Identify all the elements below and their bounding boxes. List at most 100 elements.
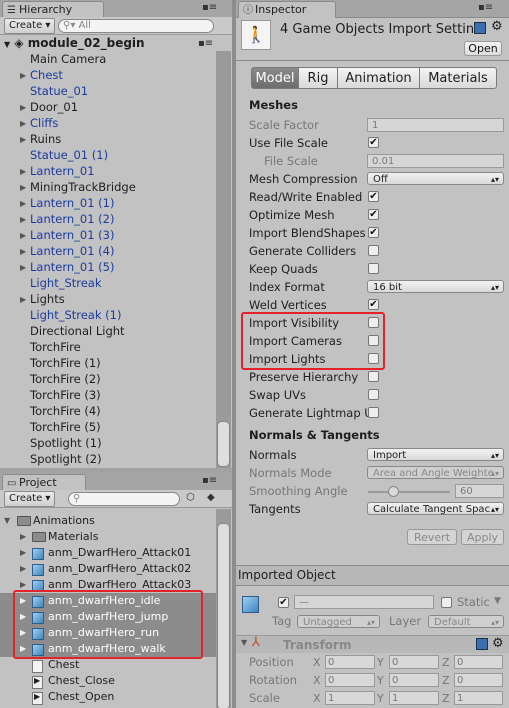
generate-colliders-checkbox[interactable] (368, 245, 379, 256)
hierarchy-item[interactable]: TorchFire (1) (30, 355, 101, 371)
hierarchy-item[interactable]: Lights (30, 291, 65, 307)
panel-menu-icon[interactable]: ▪≡ (202, 2, 217, 13)
chevron-right-icon[interactable]: ▶ (20, 135, 26, 144)
chevron-down-icon[interactable]: ▼ (4, 513, 10, 529)
filter-by-type-icon[interactable]: ⬡ (186, 492, 195, 503)
preserve-hierarchy-checkbox[interactable] (368, 371, 379, 382)
hierarchy-item[interactable]: Lantern_01 (3) (30, 227, 114, 243)
chevron-right-icon[interactable]: ▶ (20, 183, 26, 192)
weld-vertices-checkbox[interactable]: ✔ (368, 299, 379, 310)
chevron-right-icon[interactable]: ▶ (20, 561, 26, 577)
hierarchy-item[interactable]: Lantern_01 (5) (30, 259, 114, 275)
hierarchy-item[interactable]: Light_Streak (1) (30, 307, 121, 323)
tab-materials[interactable]: Materials (419, 67, 497, 89)
chevron-right-icon[interactable]: ▶ (20, 295, 26, 304)
static-checkbox[interactable] (441, 597, 452, 608)
hierarchy-item[interactable]: TorchFire (2) (30, 371, 101, 387)
hierarchy-scrollbar[interactable] (216, 51, 231, 468)
tab-inspector[interactable]: ⓘ Inspector (238, 1, 336, 18)
tangents-dropdown[interactable]: Calculate Tangent Spac ▴▾ (367, 502, 504, 515)
chevron-right-icon[interactable]: ▶ (20, 119, 26, 128)
apply-button[interactable]: Apply (461, 529, 504, 545)
scene-row[interactable]: ▼ ◈ module_02_begin (4, 35, 145, 51)
scale-factor-field[interactable]: 1 (367, 118, 504, 132)
revert-button[interactable]: Revert (407, 529, 457, 545)
gear-icon[interactable]: ⚙ (491, 19, 503, 34)
hierarchy-item[interactable]: Statue_01 (1) (30, 147, 108, 163)
chevron-right-icon[interactable]: ▶ (20, 103, 26, 112)
panel-menu-icon[interactable]: ▪≡ (478, 2, 493, 13)
smoothing-angle-slider[interactable] (388, 486, 399, 497)
project-item[interactable]: ▶ anm_DwarfHero_Attack01 (0, 545, 216, 561)
hierarchy-item[interactable]: Chest (30, 67, 63, 83)
chevron-right-icon[interactable]: ▶ (20, 247, 26, 256)
tab-animation[interactable]: Animation (337, 67, 420, 89)
tab-project[interactable]: ▭ Project (2, 474, 86, 491)
hierarchy-item[interactable]: Lantern_01 (30, 163, 95, 179)
help-book-icon[interactable] (476, 638, 488, 650)
chevron-right-icon[interactable]: ▶ (20, 167, 26, 176)
hierarchy-item[interactable]: Ruins (30, 131, 61, 147)
hierarchy-item[interactable]: Lantern_01 (1) (30, 195, 114, 211)
chevron-right-icon[interactable]: ▶ (20, 231, 26, 240)
import-blendshapes-checkbox[interactable]: ✔ (368, 227, 379, 238)
gear-icon[interactable]: ⚙ (492, 636, 504, 651)
hierarchy-item[interactable]: MiningTrackBridge (30, 179, 136, 195)
hierarchy-item[interactable]: Lantern_01 (2) (30, 211, 114, 227)
scene-menu-icon[interactable]: ▪≡ (198, 38, 213, 49)
hierarchy-search-input[interactable]: ⚲▾ All (58, 19, 214, 33)
active-checkbox[interactable]: ✔ (278, 597, 289, 608)
hierarchy-item[interactable]: TorchFire (3) (30, 387, 101, 403)
chevron-right-icon[interactable]: ▶ (20, 545, 26, 561)
read-write-checkbox[interactable]: ✔ (368, 191, 379, 202)
optimize-mesh-checkbox[interactable]: ✔ (368, 209, 379, 220)
hierarchy-item[interactable]: Lantern_01 (4) (30, 243, 114, 259)
object-name-field[interactable]: — (294, 595, 434, 609)
index-format-dropdown[interactable]: 16 bit ▴▾ (367, 280, 504, 293)
chevron-right-icon[interactable]: ▶ (20, 529, 26, 545)
tab-model[interactable]: Model (251, 67, 299, 89)
use-file-scale-checkbox[interactable]: ✔ (368, 137, 379, 148)
static-dropdown-arrow-icon[interactable]: ▼ (494, 596, 501, 606)
project-create-button[interactable]: Create ▾ (4, 491, 56, 507)
project-item[interactable]: ▶ Materials (0, 529, 216, 545)
hierarchy-item[interactable]: Directional Light (30, 323, 125, 339)
keep-quads-checkbox[interactable] (368, 263, 379, 274)
hierarchy-scroll-thumb[interactable] (217, 421, 230, 467)
hierarchy-item[interactable]: Main Camera (30, 51, 106, 67)
hierarchy-item[interactable]: Spotlight (2) (30, 451, 102, 467)
project-item[interactable]: Chest (0, 657, 216, 673)
chevron-right-icon[interactable]: ▶ (20, 215, 26, 224)
project-item[interactable]: ▶ Chest_Close (0, 673, 216, 689)
hierarchy-item[interactable]: TorchFire (4) (30, 403, 101, 419)
hierarchy-item[interactable]: Cliffs (30, 115, 58, 131)
chevron-down-icon[interactable]: ▼ (241, 638, 247, 647)
tab-rig[interactable]: Rig (298, 67, 338, 89)
chevron-right-icon[interactable]: ▶ (20, 199, 26, 208)
open-button[interactable]: Open (464, 41, 502, 56)
project-item[interactable]: ▶ Chest_Open (0, 689, 216, 705)
chevron-right-icon[interactable]: ▶ (20, 71, 26, 80)
help-book-icon[interactable] (474, 22, 486, 34)
project-scrollbar[interactable] (216, 509, 231, 708)
hierarchy-item[interactable]: Statue_01 (30, 83, 88, 99)
hierarchy-item[interactable]: TorchFire (5) (30, 419, 101, 435)
panel-menu-icon[interactable]: ▪≡ (202, 475, 217, 486)
swap-uvs-checkbox[interactable] (368, 389, 379, 400)
play-icon: ▶ (34, 692, 41, 701)
hierarchy-item[interactable]: Light_Streak (30, 275, 102, 291)
project-item[interactable]: ▶ anm_DwarfHero_Attack02 (0, 561, 216, 577)
project-item[interactable]: ▼ Animations (0, 513, 216, 529)
normals-dropdown[interactable]: Import ▴▾ (367, 448, 504, 461)
hierarchy-item[interactable]: Spotlight (1) (30, 435, 102, 451)
hierarchy-item[interactable]: Door_01 (30, 99, 78, 115)
chevron-right-icon[interactable]: ▶ (20, 263, 26, 272)
filter-by-label-icon[interactable]: ◆ (207, 492, 215, 503)
project-search-input[interactable]: ⚲ (68, 492, 180, 506)
generate-lightmap-checkbox[interactable] (368, 407, 379, 418)
hierarchy-item[interactable]: TorchFire (30, 339, 81, 355)
hierarchy-create-button[interactable]: Create ▾ (4, 18, 56, 34)
tab-hierarchy[interactable]: ☰ Hierarchy (2, 1, 104, 18)
mesh-compression-dropdown[interactable]: Off ▴▾ (367, 172, 504, 185)
project-scroll-thumb[interactable] (217, 523, 230, 708)
